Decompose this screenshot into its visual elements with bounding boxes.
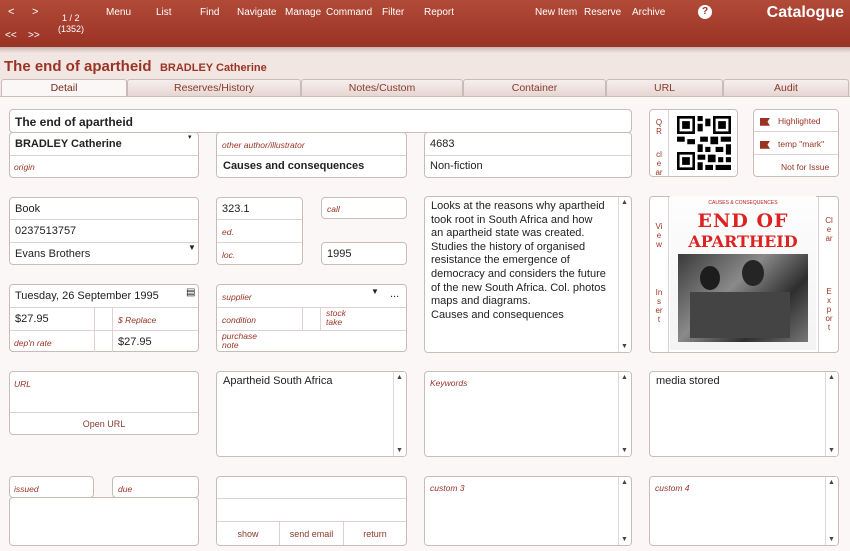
depn-rate-label[interactable]: dep'n rate [14, 338, 52, 348]
custom4-scrollbar[interactable]: ▲ ▼ [825, 477, 837, 545]
record-heading: The end of apartheid BRADLEY Catherine [4, 58, 267, 76]
url-label[interactable]: URL [14, 379, 31, 389]
help-icon[interactable]: ? [698, 5, 712, 19]
qr-clear-button[interactable]: clear [655, 150, 663, 177]
custom3-label: custom 3 [430, 483, 465, 493]
send-email-button[interactable]: send email [280, 529, 343, 539]
export-button[interactable]: Export [825, 287, 833, 332]
book-cover-image: CAUSES & CONSEQUENCES END OF APARTHEID [670, 196, 816, 350]
other-author-label[interactable]: other author/illustrator [222, 140, 305, 150]
supplier-label[interactable]: supplier [222, 292, 252, 302]
loc-label[interactable]: loc. [222, 250, 235, 260]
tab-detail[interactable]: Detail [1, 79, 127, 97]
command-button[interactable]: Command [326, 7, 372, 18]
app-title: Catalogue [766, 4, 844, 21]
archive-button[interactable]: Archive [632, 7, 665, 18]
condition-label[interactable]: condition [222, 315, 256, 325]
record-title: The end of apartheid [4, 58, 152, 75]
origin-label: origin [14, 162, 35, 172]
author-field[interactable]: BRADLEY Catherine [15, 138, 122, 150]
flag-icon [760, 140, 770, 149]
tab-container[interactable]: Container [463, 79, 606, 97]
ed-label[interactable]: ed. [222, 227, 234, 237]
year-value: 1995 [327, 248, 352, 260]
prev-record-button[interactable]: < [8, 6, 14, 18]
manage-button[interactable]: Manage [285, 7, 321, 18]
supplier-more-button[interactable]: ... [390, 288, 399, 300]
date-acquired-field[interactable]: Tuesday, 26 September 1995 [15, 290, 159, 302]
isbn-field[interactable]: 0237513757 [15, 225, 76, 237]
list-button[interactable]: List [156, 7, 172, 18]
filter-button[interactable]: Filter [382, 7, 404, 18]
first-record-button[interactable]: << [5, 30, 17, 41]
record-position: 1 / 2 [62, 13, 80, 23]
return-button[interactable]: return [344, 529, 406, 539]
replace-value[interactable]: $27.95 [118, 336, 152, 348]
cover-series-text: CAUSES & CONSEQUENCES [708, 200, 778, 206]
report-button[interactable]: Report [424, 7, 454, 18]
media-field: media stored [656, 375, 720, 387]
call-label: call [327, 204, 340, 214]
subject-item[interactable]: Apartheid South Africa [223, 375, 332, 387]
due-label: due [118, 484, 133, 494]
supplier-dropdown-icon[interactable]: ▼ [371, 287, 379, 296]
publisher-dropdown-icon[interactable]: ▼ [188, 243, 196, 252]
media-scrollbar[interactable]: ▲ ▼ [825, 372, 837, 456]
cover-title-line2: APARTHEID [688, 232, 798, 251]
subjects-scrollbar[interactable]: ▲ ▼ [393, 372, 405, 456]
temp-mark-toggle[interactable]: temp "mark" [760, 139, 824, 149]
tab-bar: Detail Reserves/History Notes/Custom Con… [0, 79, 850, 97]
record-total: (1352) [58, 24, 85, 34]
format-field[interactable]: Book [15, 203, 40, 215]
new-item-button[interactable]: New Item [535, 7, 577, 18]
custom4-label: custom 4 [655, 483, 690, 493]
title-field-value: The end of apartheid [15, 115, 134, 129]
insert-button[interactable]: Insert [655, 288, 663, 324]
open-url-button[interactable]: Open URL [10, 419, 198, 429]
issued-label: issued [14, 484, 39, 494]
qr-button[interactable]: QR [655, 118, 663, 136]
top-toolbar: < > << >> 1 / 2 (1352) Menu List Find Na… [0, 0, 850, 47]
purchase-note-label[interactable]: purchase note [222, 332, 266, 350]
navigate-button[interactable]: Navigate [237, 7, 276, 18]
clear-image-button[interactable]: Clear [825, 216, 833, 243]
tab-reserves-history[interactable]: Reserves/History [127, 79, 301, 97]
notes-text: Looks at the reasons why apartheid took … [431, 200, 606, 321]
stock-take-label[interactable]: stock take [326, 309, 358, 327]
subject-field[interactable]: Causes and consequences [223, 160, 364, 172]
flag-icon [760, 117, 770, 126]
tab-notes-custom[interactable]: Notes/Custom [301, 79, 463, 97]
not-for-issue-toggle[interactable]: Not for Issue [781, 162, 829, 172]
notes-scrollbar[interactable]: ▲ ▼ [618, 197, 630, 352]
show-button[interactable]: show [217, 529, 279, 539]
tab-audit[interactable]: Audit [723, 79, 849, 97]
keywords-label: Keywords [430, 378, 468, 388]
keywords-scrollbar[interactable]: ▲ ▼ [618, 372, 630, 456]
reserve-button[interactable]: Reserve [584, 7, 621, 18]
record-author: BRADLEY Catherine [159, 62, 267, 74]
id-number[interactable]: 4683 [430, 138, 454, 150]
category-field[interactable]: Non-fiction [430, 160, 483, 172]
price-field[interactable]: $27.95 [15, 313, 49, 325]
custom3-scrollbar[interactable]: ▲ ▼ [618, 477, 630, 545]
borrower-area[interactable] [9, 497, 199, 546]
toolbar-shadow [0, 47, 850, 53]
replace-label: $ Replace [118, 315, 157, 325]
calendar-icon[interactable]: ▤ [186, 287, 195, 298]
view-button[interactable]: View [655, 222, 663, 249]
tab-url[interactable]: URL [606, 79, 723, 97]
find-button[interactable]: Find [200, 7, 219, 18]
qr-code-icon [677, 116, 731, 170]
author-dropdown-icon[interactable]: ▾ [188, 133, 192, 141]
last-record-button[interactable]: >> [28, 30, 40, 41]
cover-title-line1: END OF [697, 210, 789, 232]
publisher-field[interactable]: Evans Brothers [15, 248, 90, 260]
menu-button[interactable]: Menu [106, 7, 131, 18]
highlighted-toggle[interactable]: Highlighted [760, 116, 821, 126]
next-record-button[interactable]: > [32, 6, 38, 18]
dewey-field[interactable]: 323.1 [222, 203, 250, 215]
